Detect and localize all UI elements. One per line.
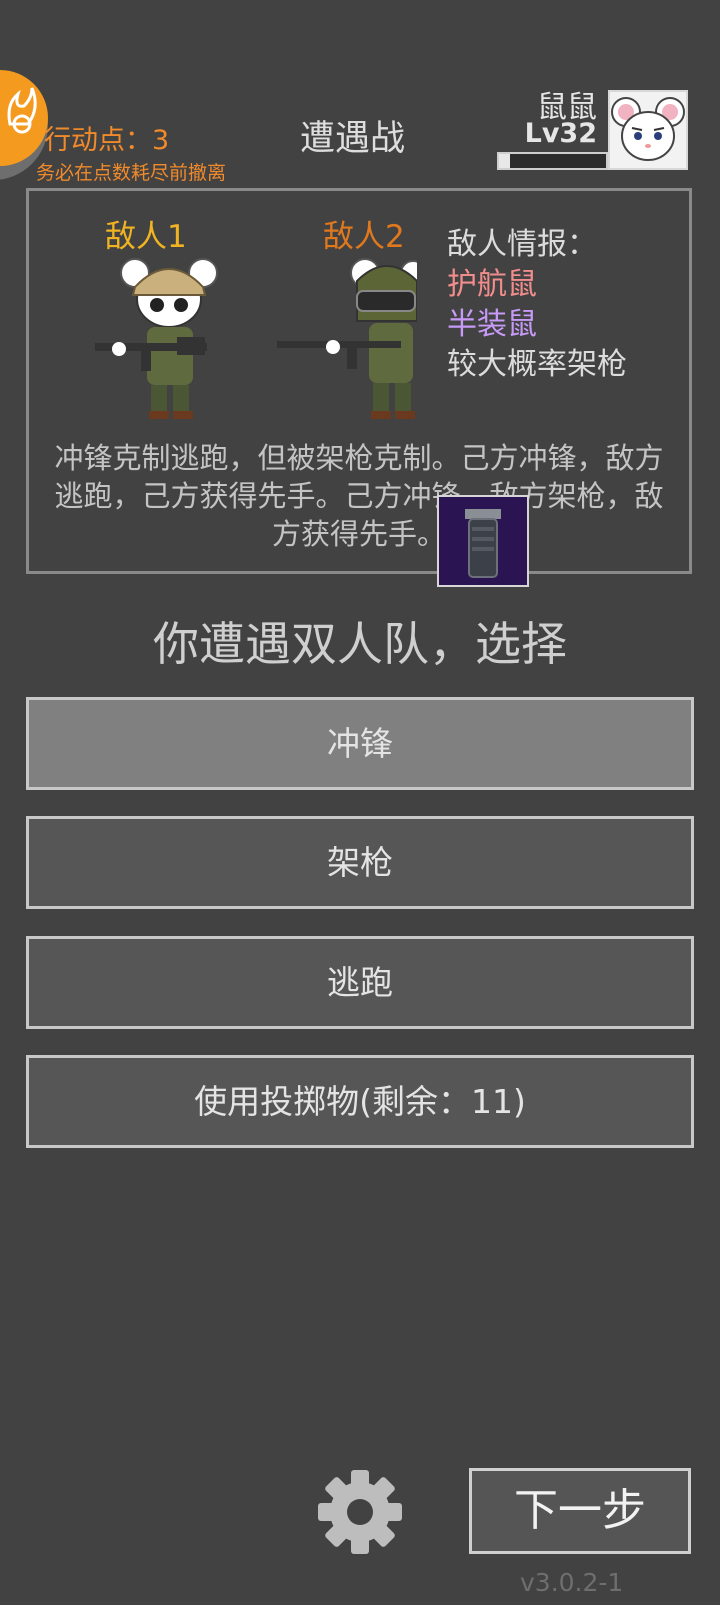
enemy1-label: 敌人1: [105, 219, 187, 255]
player-hp-bar: [497, 152, 608, 170]
intel-hold-angle-chance: 较大概率架枪: [447, 347, 627, 382]
hold-angle-button[interactable]: 架枪: [26, 816, 694, 909]
use-throwable-button[interactable]: 使用投掷物(剩余：11): [26, 1055, 694, 1148]
game-screen: 行动点：3 务必在点数耗尽前撤离 遭遇战 鼠鼠 Lv32 敌人1 敌人2 敌人情…: [0, 0, 720, 1605]
page-title: 遭遇战: [300, 119, 406, 159]
combat-rules-text: 冲锋克制逃跑，但被架枪克制。己方冲锋，敌方逃跑，己方获得先手。己方冲锋，敌方架枪…: [54, 441, 664, 551]
enemy2-label: 敌人2: [323, 219, 405, 255]
enemy2-sprite[interactable]: [277, 251, 426, 421]
action-points: 行动点：3: [44, 125, 170, 156]
charge-button[interactable]: 冲锋: [26, 697, 694, 790]
version-label: v3.0.2-1: [520, 1568, 624, 1597]
player-avatar[interactable]: [608, 90, 688, 170]
intel-heading: 敌人情报：: [447, 227, 597, 262]
encounter-prompt: 你遭遇双人队，选择: [153, 617, 567, 671]
intel-escort-mouse: 护航鼠: [447, 267, 537, 302]
enemy1-sprite[interactable]: [93, 251, 233, 421]
flee-button[interactable]: 逃跑: [26, 936, 694, 1029]
enemy-info-panel: 敌人1 敌人2 敌人情报： 护航鼠 半装鼠 较大概率架枪 冲锋克制逃跑，但被架枪…: [26, 188, 692, 574]
next-step-button[interactable]: 下一步: [469, 1468, 691, 1554]
player-level: Lv32: [524, 118, 597, 149]
enemy-intel: 敌人情报： 护航鼠 半装鼠 较大概率架枪: [447, 225, 627, 385]
grip-item-icon[interactable]: [437, 495, 529, 587]
evacuation-warning: 务必在点数耗尽前撤离: [36, 162, 227, 184]
settings-gear-icon[interactable]: [316, 1468, 404, 1556]
intel-half-geared-mouse: 半装鼠: [447, 307, 537, 342]
player-hp-fill: [499, 154, 510, 168]
